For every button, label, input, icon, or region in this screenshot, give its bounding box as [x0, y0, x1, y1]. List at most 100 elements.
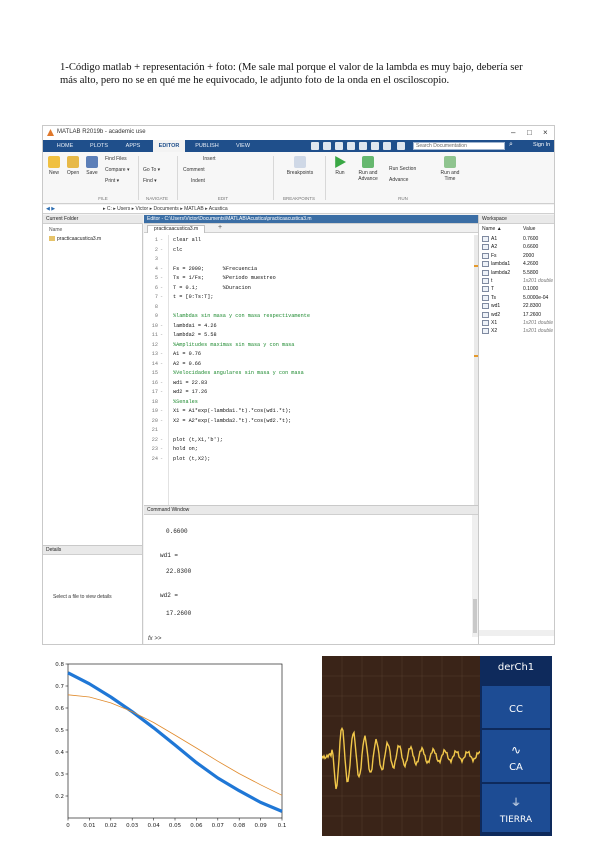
workspace-var-name[interactable]: Ts: [491, 295, 496, 301]
quick-access-icon[interactable]: [323, 142, 331, 150]
workspace-var-value[interactable]: 0.7600: [523, 236, 538, 242]
breakpoints-button[interactable]: Breakpoints: [283, 156, 317, 176]
workspace-var-name[interactable]: T: [491, 286, 494, 292]
quick-access-icon[interactable]: [359, 142, 367, 150]
workspace-var-value[interactable]: 22.8300: [523, 303, 541, 309]
code-line[interactable]: clear all: [173, 237, 201, 243]
code-line[interactable]: wd2 = 17.26: [173, 389, 207, 395]
code-comment[interactable]: %Amplitudes maximas sin masa y con masa: [173, 342, 294, 348]
tab-home[interactable]: HOME: [51, 140, 79, 152]
code-line[interactable]: T = 0.1; %Duracion: [173, 285, 251, 291]
tab-apps[interactable]: APPS: [119, 140, 147, 152]
search-input[interactable]: Search Documentation: [413, 142, 505, 150]
run-and-advance-button[interactable]: Run and Advance: [355, 156, 381, 182]
help-icon[interactable]: [397, 142, 405, 150]
workspace-var-value[interactable]: 2000: [523, 253, 534, 259]
breakpoint-marker[interactable]: -: [160, 418, 163, 424]
quick-access-icon[interactable]: [383, 142, 391, 150]
command-window[interactable]: Command Window 0.6600 wd1 = 22.8300 wd2 …: [144, 505, 478, 644]
workspace-var-name[interactable]: lambda2: [491, 270, 510, 276]
breakpoint-marker[interactable]: -: [160, 408, 163, 414]
code-line[interactable]: lambda1 = 4.26: [173, 323, 217, 329]
code-comment[interactable]: %Velocidades angulares sin masa y con ma…: [173, 370, 304, 376]
search-icon[interactable]: ⌕: [509, 141, 513, 149]
comment-button[interactable]: Comment: [183, 167, 205, 173]
workspace-col-value[interactable]: Value: [523, 226, 535, 232]
code-line[interactable]: plot (t,X2);: [173, 456, 210, 462]
workspace-col-name[interactable]: Name ▲: [482, 226, 502, 232]
workspace-var-value[interactable]: 17.2600: [523, 312, 541, 318]
code-line[interactable]: X2 = A2*exp(-lambda2.*t).*cos(wd2.*t);: [173, 418, 291, 424]
tab-editor[interactable]: EDITOR: [153, 140, 185, 152]
code-line[interactable]: A1 = 0.76: [173, 351, 201, 357]
breakpoint-marker[interactable]: -: [160, 380, 163, 386]
breakpoint-marker[interactable]: -: [160, 456, 163, 462]
workspace-var-name[interactable]: A1: [491, 236, 497, 242]
address-path[interactable]: ▸ C: ▸ Users ▸ Victor ▸ Documents ▸ MATL…: [103, 205, 228, 214]
breakpoint-marker[interactable]: -: [160, 389, 163, 395]
insert-button[interactable]: Insert: [203, 156, 216, 162]
workspace-var-name[interactable]: X1: [491, 320, 497, 326]
minimize-icon[interactable]: –: [511, 128, 515, 137]
code-line[interactable]: plot (t,X1,'b');: [173, 437, 223, 443]
workspace-var-name[interactable]: wd1: [491, 303, 500, 309]
workspace-var-value[interactable]: 5.5800: [523, 270, 538, 276]
command-prompt[interactable]: fx >>: [148, 636, 161, 642]
tab-plots[interactable]: PLOTS: [85, 140, 113, 152]
advance-button[interactable]: Advance: [389, 177, 408, 183]
quick-access-icon[interactable]: [335, 142, 343, 150]
sign-in-link[interactable]: Sign In: [533, 142, 550, 148]
workspace-var-name[interactable]: X2: [491, 328, 497, 334]
find-button[interactable]: Find ▾: [143, 178, 157, 184]
workspace-var-value[interactable]: 1x201 double: [523, 328, 553, 334]
code-line[interactable]: clc: [173, 247, 182, 253]
indent-button[interactable]: Indent: [191, 178, 205, 184]
code-comment[interactable]: %Senales: [173, 399, 198, 405]
workspace-var-value[interactable]: 4.2600: [523, 261, 538, 267]
breakpoint-marker[interactable]: -: [160, 446, 163, 452]
workspace-var-value[interactable]: 0.1000: [523, 286, 538, 292]
workspace-var-name[interactable]: lambda1: [491, 261, 510, 267]
code-line[interactable]: A2 = 0.66: [173, 361, 201, 367]
workspace-var-value[interactable]: 0.6600: [523, 244, 538, 250]
breakpoint-marker[interactable]: -: [160, 437, 163, 443]
tab-publish[interactable]: PUBLISH: [191, 140, 223, 152]
breakpoint-marker[interactable]: -: [160, 237, 163, 243]
open-button[interactable]: Open: [65, 156, 81, 176]
code-line[interactable]: hold on;: [173, 446, 198, 452]
new-tab-icon[interactable]: +: [218, 224, 222, 231]
column-name[interactable]: Name: [49, 227, 62, 233]
run-button[interactable]: Run: [331, 156, 349, 176]
breakpoint-marker[interactable]: -: [160, 247, 163, 253]
breakpoint-marker[interactable]: -: [160, 361, 163, 367]
breakpoint-marker[interactable]: -: [160, 323, 163, 329]
code-line[interactable]: lambda2 = 5.58: [173, 332, 217, 338]
address-bar[interactable]: ◀ ▶ ▸ C: ▸ Users ▸ Victor ▸ Documents ▸ …: [43, 205, 554, 214]
breakpoint-marker[interactable]: -: [160, 351, 163, 357]
breakpoint-marker[interactable]: -: [160, 275, 163, 281]
workspace-hscrollbar[interactable]: [479, 630, 554, 636]
workspace-var-name[interactable]: A2: [491, 244, 497, 250]
run-section-button[interactable]: Run Section: [389, 166, 416, 172]
new-button[interactable]: New: [47, 156, 61, 176]
close-icon[interactable]: ×: [543, 128, 548, 137]
maximize-icon[interactable]: □: [527, 128, 532, 137]
code-line[interactable]: wd1 = 22.83: [173, 380, 207, 386]
code-line[interactable]: Fs = 2000; %Frecuencia: [173, 266, 257, 272]
breakpoint-marker[interactable]: -: [160, 332, 163, 338]
run-and-time-button[interactable]: Run and Time: [437, 156, 463, 182]
file-item[interactable]: practicaacustica3.m: [49, 236, 101, 242]
workspace-var-value[interactable]: 1x201 double: [523, 278, 553, 284]
breakpoint-marker[interactable]: -: [160, 294, 163, 300]
nav-back-icon[interactable]: ◀ ▶: [46, 205, 55, 214]
breakpoint-marker[interactable]: -: [160, 285, 163, 291]
workspace-var-name[interactable]: wd2: [491, 312, 500, 318]
code-line[interactable]: Ts = 1/Fs; %Periodo muestreo: [173, 275, 276, 281]
save-button[interactable]: Save: [85, 156, 99, 176]
compare-button[interactable]: Compare ▾: [105, 167, 129, 173]
quick-access-icon[interactable]: [311, 142, 319, 150]
scroll-thumb[interactable]: [473, 599, 477, 633]
code-comment[interactable]: %lambdas sin masa y con masa respectivam…: [173, 313, 310, 319]
code-line[interactable]: t = [0:Ts:T];: [173, 294, 213, 300]
tab-view[interactable]: VIEW: [229, 140, 257, 152]
